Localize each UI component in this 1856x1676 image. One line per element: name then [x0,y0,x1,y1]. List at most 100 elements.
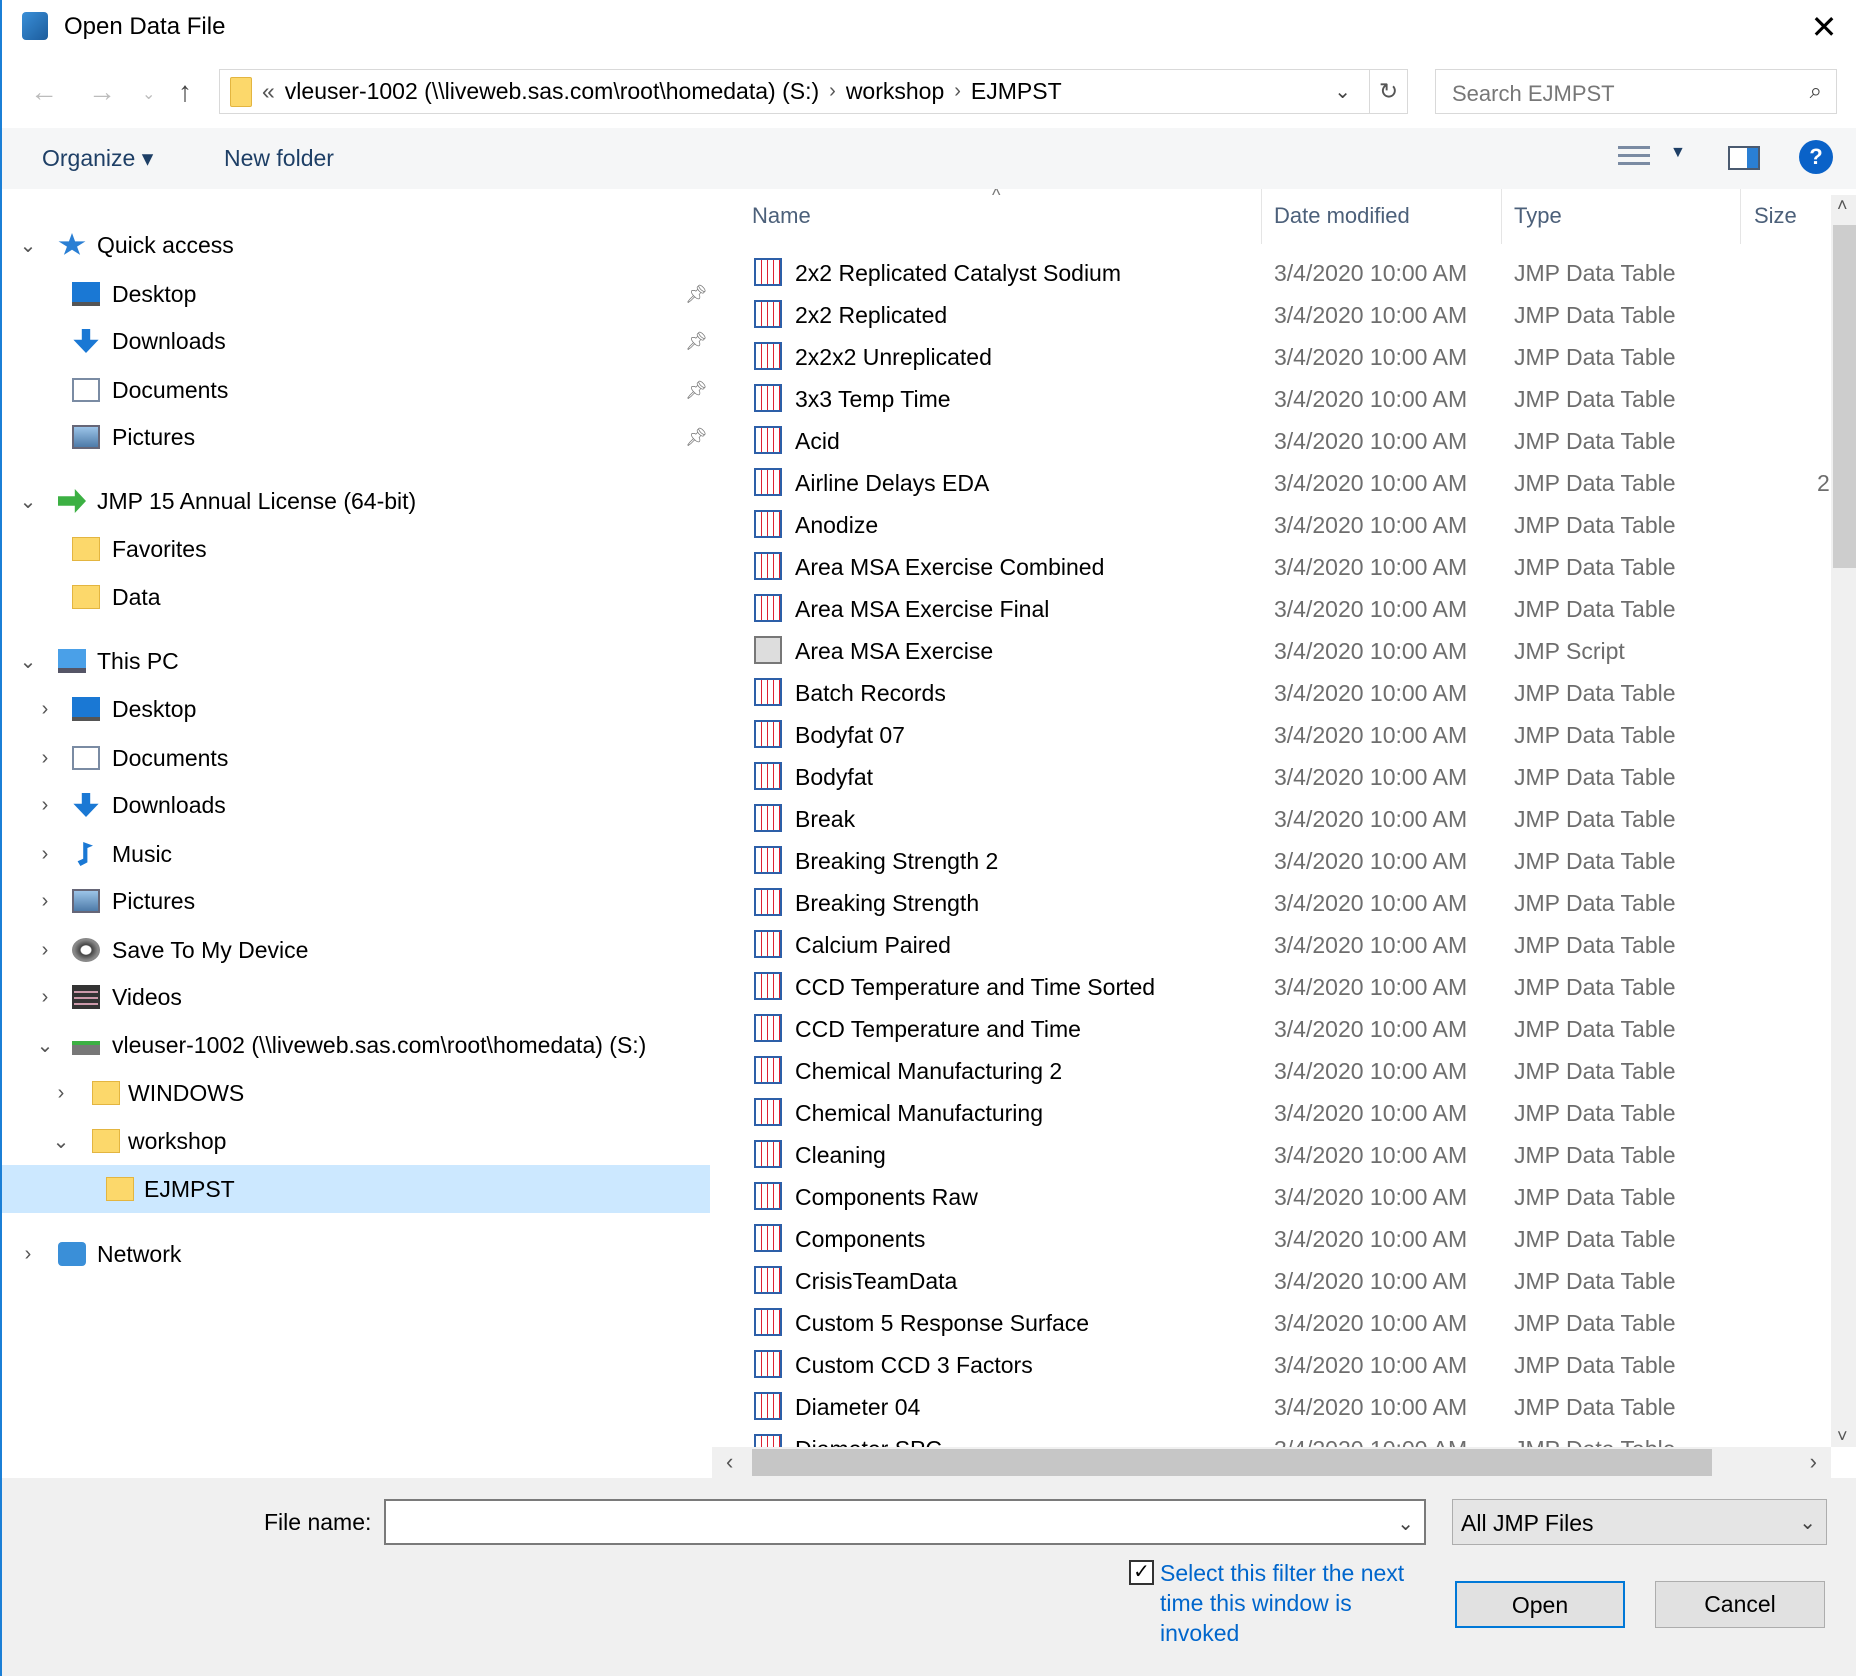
breadcrumb-overflow[interactable]: « [262,78,275,105]
vertical-scroll-thumb[interactable] [1833,225,1856,568]
file-row[interactable]: 3x3 Temp Time 3/4/2020 10:00 AM JMP Data… [712,378,1831,420]
pin-icon[interactable]: 📌︎ [685,331,708,352]
file-row[interactable]: Diameter 04 3/4/2020 10:00 AM JMP Data T… [712,1386,1831,1428]
file-row[interactable]: Components 3/4/2020 10:00 AM JMP Data Ta… [712,1218,1831,1260]
file-row[interactable]: Cleaning 3/4/2020 10:00 AM JMP Data Tabl… [712,1134,1831,1176]
breadcrumb-workshop[interactable]: workshop [846,78,944,105]
file-row[interactable]: Batch Records 3/4/2020 10:00 AM JMP Data… [712,672,1831,714]
nav-item-ejmpst[interactable]: EJMPST [2,1165,710,1213]
nav-item-music[interactable]: › Music [2,830,710,878]
column-divider[interactable] [1501,189,1502,244]
file-row[interactable]: Custom CCD 3 Factors 3/4/2020 10:00 AM J… [712,1344,1831,1386]
refresh-button[interactable]: ↻ [1369,70,1407,113]
file-name-input[interactable]: ⌄ [384,1499,1426,1545]
close-button[interactable]: ✕ [1804,8,1844,46]
help-icon[interactable]: ? [1799,140,1833,174]
recent-locations-button[interactable]: ⌄ [142,84,155,104]
file-row[interactable]: Bodyfat 3/4/2020 10:00 AM JMP Data Table [712,756,1831,798]
nav-item-pictures[interactable]: › Pictures [2,877,710,925]
view-dropdown-icon[interactable]: ▼ [1670,144,1686,162]
chevron-right-icon[interactable]: › [33,986,57,1009]
chevron-right-icon[interactable]: › [33,794,57,817]
file-name-dropdown-icon[interactable]: ⌄ [1397,1511,1414,1536]
chevron-down-icon[interactable]: ⌄ [33,1033,57,1058]
nav-item-quick-access[interactable]: ⌄ Quick access [2,221,710,269]
remember-filter-label[interactable]: Select this filter the next time this wi… [1160,1558,1420,1648]
chevron-right-icon[interactable]: › [33,890,57,913]
nav-item-videos[interactable]: › Videos [2,973,710,1021]
nav-item-data[interactable]: Data [2,573,710,621]
search-input[interactable]: Search EJMPST ⌕ [1435,69,1837,114]
file-row[interactable]: Area MSA Exercise Final 3/4/2020 10:00 A… [712,588,1831,630]
chevron-right-icon[interactable]: › [33,939,57,962]
file-row[interactable]: Bodyfat 07 3/4/2020 10:00 AM JMP Data Ta… [712,714,1831,756]
horizontal-scroll-thumb[interactable] [752,1449,1712,1476]
breadcrumb-drive[interactable]: vleuser-1002 (\\liveweb.sas.com\root\hom… [285,78,819,105]
nav-item-desktop[interactable]: Desktop 📌︎ [2,270,710,318]
chevron-down-icon[interactable]: ⌄ [49,1129,73,1154]
file-row[interactable]: Components Raw 3/4/2020 10:00 AM JMP Dat… [712,1176,1831,1218]
file-row[interactable]: Chemical Manufacturing 3/4/2020 10:00 AM… [712,1092,1831,1134]
file-row[interactable]: Calcium Paired 3/4/2020 10:00 AM JMP Dat… [712,924,1831,966]
file-row[interactable]: Area MSA Exercise Combined 3/4/2020 10:0… [712,546,1831,588]
cancel-button[interactable]: Cancel [1655,1581,1825,1628]
nav-item-documents[interactable]: › Documents [2,734,710,782]
breadcrumb-ejmpst[interactable]: EJMPST [971,78,1062,105]
pin-icon[interactable]: 📌︎ [685,284,708,305]
chevron-right-icon[interactable]: › [33,747,57,770]
file-row[interactable]: Custom 5 Response Surface 3/4/2020 10:00… [712,1302,1831,1344]
organize-menu[interactable]: Organize ▾ [42,145,153,172]
nav-item-jmp-15-annual-license-64-bit[interactable]: ⌄ JMP 15 Annual License (64-bit) [2,477,710,525]
column-header-type[interactable]: Type [1514,203,1562,229]
column-divider[interactable] [1261,189,1262,244]
file-row[interactable]: Break 3/4/2020 10:00 AM JMP Data Table [712,798,1831,840]
pin-icon[interactable]: 📌︎ [685,427,708,448]
file-row[interactable]: CrisisTeamData 3/4/2020 10:00 AM JMP Dat… [712,1260,1831,1302]
preview-pane-icon[interactable] [1728,146,1760,170]
scroll-right-icon[interactable]: › [1810,1449,1817,1475]
file-row[interactable]: Diameter SPC 3/4/2020 10:00 AM JMP Data … [712,1428,1831,1447]
file-row[interactable]: Airline Delays EDA 3/4/2020 10:00 AM JMP… [712,462,1831,504]
scroll-down-icon[interactable]: ˅ [1837,1426,1848,1447]
column-header-date[interactable]: Date modified [1274,203,1410,229]
file-row[interactable]: Area MSA Exercise 3/4/2020 10:00 AM JMP … [712,630,1831,672]
nav-item-documents[interactable]: Documents 📌︎ [2,366,710,414]
nav-item-downloads[interactable]: Downloads 📌︎ [2,317,710,365]
chevron-right-icon[interactable]: › [49,1082,73,1105]
nav-item-vleuser-1002-liveweb-sas-com-root-homedata-s[interactable]: ⌄ vleuser-1002 (\\liveweb.sas.com\root\ho… [2,1021,710,1069]
chevron-down-icon[interactable]: ⌄ [16,233,40,258]
back-button[interactable]: ← [30,76,58,108]
file-type-filter-select[interactable]: All JMP Files ⌄ [1452,1499,1827,1545]
nav-item-desktop[interactable]: › Desktop [2,685,710,733]
nav-item-pictures[interactable]: Pictures 📌︎ [2,413,710,461]
file-row[interactable]: CCD Temperature and Time Sorted 3/4/2020… [712,966,1831,1008]
scroll-left-icon[interactable]: ‹ [726,1449,733,1475]
nav-item-workshop[interactable]: ⌄ workshop [2,1117,710,1165]
column-header-size[interactable]: Size [1754,203,1797,229]
new-folder-button[interactable]: New folder [224,145,334,172]
nav-item-save-to-my-device[interactable]: › Save To My Device [2,926,710,974]
file-row[interactable]: 2x2 Replicated 3/4/2020 10:00 AM JMP Dat… [712,294,1831,336]
file-row[interactable]: Breaking Strength 2 3/4/2020 10:00 AM JM… [712,840,1831,882]
file-row[interactable]: 2x2x2 Unreplicated 3/4/2020 10:00 AM JMP… [712,336,1831,378]
nav-item-favorites[interactable]: Favorites [2,525,710,573]
up-button[interactable]: ↑ [178,76,192,108]
address-bar[interactable]: « vleuser-1002 (\\liveweb.sas.com\root\h… [219,69,1408,114]
chevron-down-icon[interactable]: ⌄ [16,489,40,514]
column-divider[interactable] [1740,189,1741,244]
nav-item-windows[interactable]: › WINDOWS [2,1069,710,1117]
scroll-up-icon[interactable]: ˄ [1837,195,1848,216]
column-header-name[interactable]: Name [752,203,811,229]
file-row[interactable]: Chemical Manufacturing 2 3/4/2020 10:00 … [712,1050,1831,1092]
chevron-right-icon[interactable]: › [33,843,57,866]
remember-filter-checkbox[interactable]: ✓ [1129,1560,1154,1585]
open-button[interactable]: Open [1455,1581,1625,1628]
chevron-right-icon[interactable]: › [16,1243,40,1266]
nav-item-network[interactable]: › Network [2,1230,710,1278]
chevron-right-icon[interactable]: › [33,698,57,721]
file-row[interactable]: CCD Temperature and Time 3/4/2020 10:00 … [712,1008,1831,1050]
file-row[interactable]: Anodize 3/4/2020 10:00 AM JMP Data Table [712,504,1831,546]
address-dropdown-icon[interactable]: ⌄ [1334,79,1351,104]
chevron-down-icon[interactable]: ⌄ [16,649,40,674]
forward-button[interactable]: → [88,76,116,108]
